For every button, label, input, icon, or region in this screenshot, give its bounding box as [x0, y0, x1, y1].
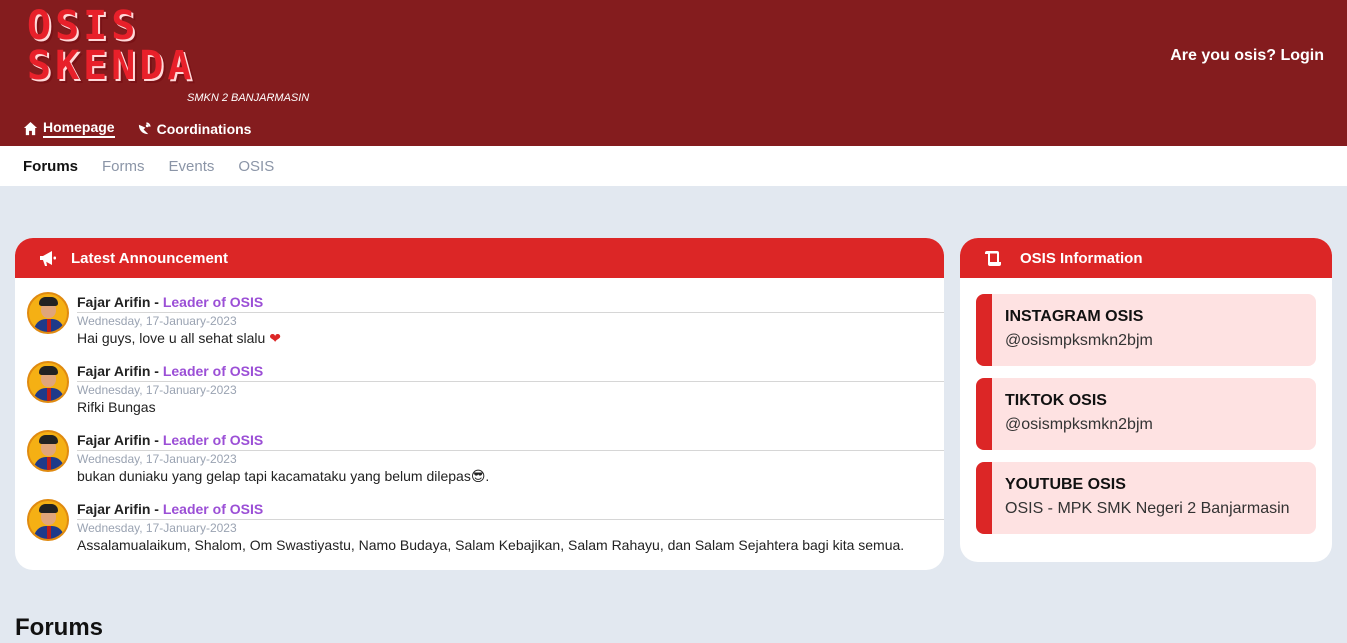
tab-osis[interactable]: OSIS	[238, 158, 274, 175]
nav-homepage-label: Homepage	[43, 119, 115, 138]
avatar	[27, 361, 69, 403]
info-item-title: INSTAGRAM OSIS	[1005, 308, 1144, 325]
author-role: Leader of OSIS	[162, 294, 264, 310]
info-item-value: @osismpksmkn2bjm	[1005, 416, 1153, 433]
nav-homepage[interactable]: Homepage	[23, 119, 115, 138]
logo-line-1: OSIS	[27, 3, 140, 49]
announcement-item: Fajar Arifin - Leader of OSIS Wednesday,…	[27, 361, 944, 430]
author-role: Leader of OSIS	[162, 363, 264, 379]
logo-line-2: SKENDA	[27, 43, 196, 89]
info-item-instagram[interactable]: INSTAGRAM OSIS @osismpksmkn2bjm	[976, 294, 1316, 366]
tab-events[interactable]: Events	[169, 158, 215, 175]
site-header: OSIS SKENDA SMKN 2 BANJARMASIN Are you o…	[0, 0, 1347, 146]
nav-coordinations-label: Coordinations	[156, 120, 252, 137]
scroll-icon	[985, 251, 1001, 266]
info-header: OSIS Information	[960, 238, 1332, 278]
author-name: Fajar Arifin	[77, 432, 151, 448]
tab-forms[interactable]: Forms	[102, 158, 145, 175]
author-separator: -	[150, 501, 163, 517]
announcement-date: Wednesday, 17-January-2023	[77, 381, 944, 398]
avatar	[27, 292, 69, 334]
main-nav: Homepage Coordinations	[23, 119, 251, 138]
info-title: OSIS Information	[1020, 249, 1143, 267]
info-item-title: TIKTOK OSIS	[1005, 392, 1107, 409]
tab-forums[interactable]: Forums	[23, 158, 78, 175]
logo-subtitle: SMKN 2 BANJARMASIN	[187, 92, 310, 104]
author-name: Fajar Arifin	[77, 363, 151, 379]
announcement-item: Fajar Arifin - Leader of OSIS Wednesday,…	[27, 499, 944, 568]
author-separator: -	[150, 432, 163, 448]
sunglasses-emoji-icon: 😎.	[470, 468, 490, 484]
latest-announcement-card: Latest Announcement Fajar Arifin - Leade…	[15, 238, 944, 570]
author-separator: -	[150, 363, 163, 379]
author-name: Fajar Arifin	[77, 501, 151, 517]
site-logo[interactable]: OSIS SKENDA SMKN 2 BANJARMASIN	[27, 3, 310, 106]
info-item-title: YOUTUBE OSIS	[1005, 476, 1126, 493]
announcement-date: Wednesday, 17-January-2023	[77, 519, 944, 536]
author-name: Fajar Arifin	[77, 294, 151, 310]
announcement-item: Fajar Arifin - Leader of OSIS Wednesday,…	[27, 292, 944, 361]
avatar	[27, 499, 69, 541]
info-list: INSTAGRAM OSIS @osismpksmkn2bjm TIKTOK O…	[960, 278, 1332, 534]
satellite-dish-icon	[138, 122, 151, 135]
author-separator: -	[150, 294, 163, 310]
author-role: Leader of OSIS	[162, 432, 264, 448]
avatar	[27, 430, 69, 472]
announcement-title: Latest Announcement	[71, 249, 228, 267]
info-item-value: @osismpksmkn2bjm	[1005, 332, 1153, 349]
announcement-text: Rifki Bungas	[77, 399, 156, 415]
home-icon	[23, 121, 38, 136]
announcement-list: Fajar Arifin - Leader of OSIS Wednesday,…	[15, 278, 944, 568]
forums-section-title: Forums	[15, 614, 104, 641]
info-item-value: OSIS - MPK SMK Negeri 2 Banjarmasin	[1005, 500, 1290, 517]
announcement-text: Assalamualaikum, Shalom, Om Swastiyastu,…	[77, 537, 905, 553]
announcement-text: Hai guys, love u all sehat slalu	[77, 330, 266, 346]
announcement-header: Latest Announcement	[15, 238, 944, 278]
announcement-date: Wednesday, 17-January-2023	[77, 450, 944, 467]
nav-coordinations[interactable]: Coordinations	[137, 119, 252, 138]
heart-icon: ❤	[269, 330, 281, 346]
announcement-date: Wednesday, 17-January-2023	[77, 312, 944, 329]
info-item-tiktok[interactable]: TIKTOK OSIS @osismpksmkn2bjm	[976, 378, 1316, 450]
announcement-item: Fajar Arifin - Leader of OSIS Wednesday,…	[27, 430, 944, 499]
announcement-text: bukan duniaku yang gelap tapi kacamataku…	[77, 468, 471, 484]
sub-nav: Forums Forms Events OSIS	[0, 146, 1347, 186]
megaphone-icon	[40, 251, 56, 266]
info-item-youtube[interactable]: YOUTUBE OSIS OSIS - MPK SMK Negeri 2 Ban…	[976, 462, 1316, 534]
osis-information-card: OSIS Information INSTAGRAM OSIS @osismpk…	[960, 238, 1332, 562]
login-link[interactable]: Are you osis? Login	[1170, 47, 1324, 65]
author-role: Leader of OSIS	[162, 501, 264, 517]
